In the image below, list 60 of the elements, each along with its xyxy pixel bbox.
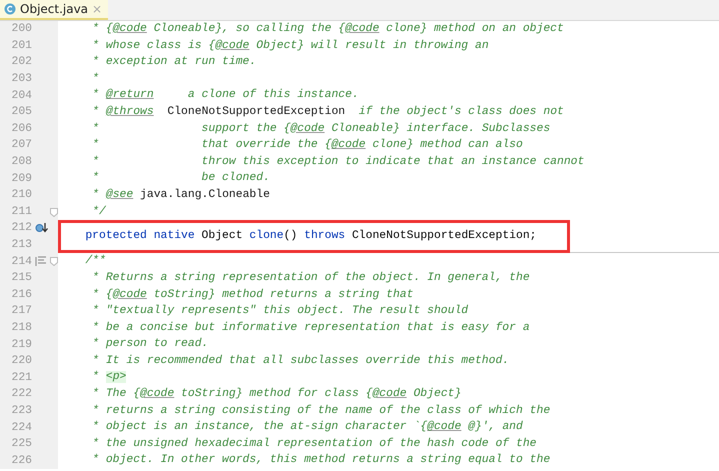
code-line: * @return a clone of this instance. bbox=[91, 88, 360, 104]
code-line: * The {@code toString} method for class {@code Object} bbox=[91, 386, 462, 402]
code-line: protected native Object clone() throws CloneNotSupportedException; bbox=[84, 228, 538, 244]
code-line: * Returns a string representation of the object. In general, the bbox=[91, 270, 531, 286]
code-line: * bbox=[91, 72, 100, 87]
line-number: 208 bbox=[10, 156, 32, 168]
code-line: * It is recommended that all subclasses override this method. bbox=[91, 354, 510, 369]
code-line: */ bbox=[91, 204, 107, 220]
line-number: 211 bbox=[10, 206, 32, 218]
line-number: 219 bbox=[10, 338, 32, 351]
fold-marker-icon[interactable] bbox=[50, 208, 58, 217]
line-number: 203 bbox=[10, 73, 32, 86]
code-line: /** bbox=[84, 254, 107, 270]
line-number: 223 bbox=[10, 404, 32, 417]
code-line: * the unsigned hexadecimal representation of the hash code of the bbox=[91, 436, 538, 452]
line-number: 212 bbox=[10, 222, 32, 234]
line-number: 213 bbox=[10, 239, 32, 252]
fold-marker-icon[interactable] bbox=[50, 257, 58, 266]
line-number: 218 bbox=[10, 322, 32, 334]
code-line: * whose class is {@code Object} will result in throwing an bbox=[91, 38, 490, 54]
code-line: * returns a string consisting of the name of the class of which the bbox=[91, 404, 552, 419]
code-line: * object. In other words, this method returns a string equal to the bbox=[91, 452, 552, 468]
line-number: 217 bbox=[10, 305, 32, 318]
code-line: * <p> bbox=[91, 370, 128, 386]
doc-comment-icon[interactable] bbox=[35, 256, 47, 268]
line-number: 210 bbox=[10, 189, 32, 202]
class-file-icon bbox=[4, 3, 16, 15]
code-line: * support the {@code Cloneable} interface. Subclasses bbox=[91, 122, 552, 137]
code-line: * object is an instance, the at-sign character `{@code @}', and bbox=[91, 420, 524, 436]
tab-title: Object.java bbox=[20, 2, 88, 16]
line-number: 225 bbox=[10, 438, 32, 450]
code-line: * {@code toString} method returns a string that bbox=[91, 288, 414, 302]
line-number: 221 bbox=[10, 372, 32, 384]
code-line: * "textually represents" this object. The result should bbox=[91, 304, 470, 320]
line-number: 209 bbox=[10, 172, 32, 185]
line-number: 207 bbox=[10, 139, 32, 152]
line-number: 202 bbox=[10, 56, 32, 68]
line-number: 220 bbox=[10, 355, 32, 368]
line-number: 226 bbox=[10, 454, 32, 467]
code-line: * that override the {@code clone} method can also bbox=[91, 138, 524, 154]
line-number: 204 bbox=[10, 90, 32, 102]
line-number: 222 bbox=[10, 388, 32, 400]
line-number: 201 bbox=[10, 40, 32, 52]
code-line: * @see java.lang.Cloneable bbox=[91, 188, 271, 203]
implementation-icon[interactable] bbox=[35, 222, 49, 234]
file-tab[interactable]: Object.java × bbox=[0, 0, 108, 20]
line-number: 224 bbox=[10, 422, 32, 434]
code-line: * person to read. bbox=[91, 336, 210, 352]
code-line: * throw this exception to indicate that an instance cannot bbox=[91, 154, 586, 170]
code-line: * exception at run time. bbox=[91, 54, 258, 70]
line-number: 200 bbox=[10, 23, 32, 36]
line-number: 216 bbox=[10, 288, 32, 301]
line-number: 215 bbox=[10, 272, 32, 284]
code-line: * {@code Cloneable}, so calling the {@code clone} method on an object bbox=[91, 22, 565, 37]
line-number: 214 bbox=[10, 256, 32, 268]
line-number: 206 bbox=[10, 122, 32, 135]
line-number: 205 bbox=[10, 106, 32, 118]
code-line: * @throws CloneNotSupportedException if the object's class does not bbox=[91, 104, 565, 120]
code-line: * be a concise but informative representation that is easy for a bbox=[91, 320, 531, 336]
code-line: * be cloned. bbox=[91, 170, 271, 186]
